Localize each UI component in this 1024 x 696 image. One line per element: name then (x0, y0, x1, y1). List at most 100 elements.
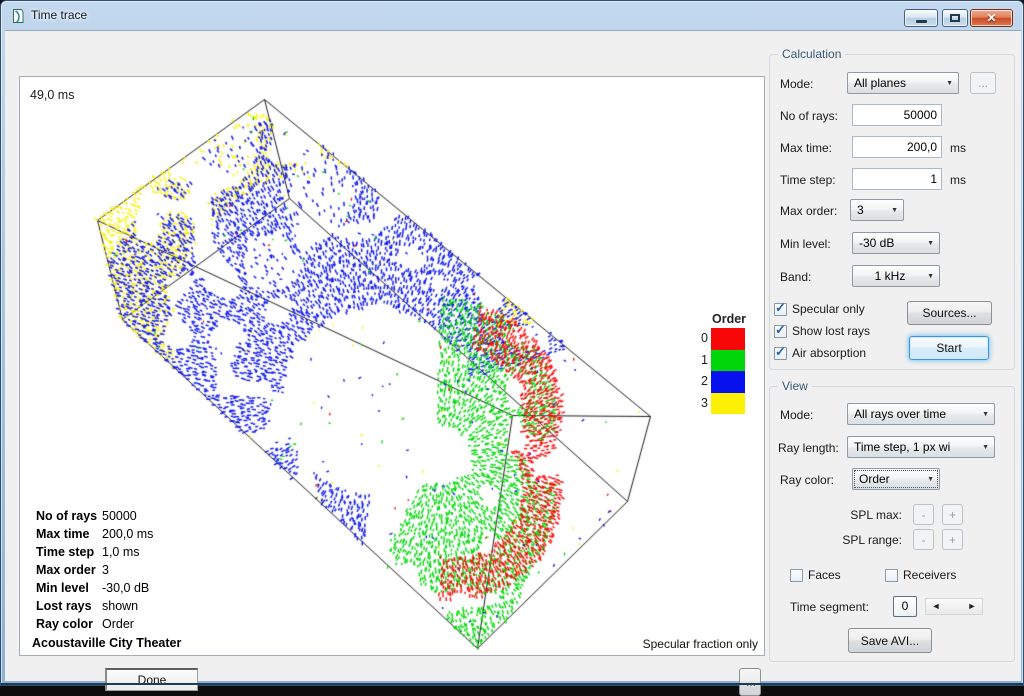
chevron-down-icon: ▼ (927, 240, 934, 247)
band-label: Band: (780, 270, 811, 284)
info-value: shown (102, 599, 138, 613)
info-value: 200,0 ms (102, 527, 153, 541)
info-row: Max order3 (36, 561, 181, 579)
view-mode-select[interactable]: All rays over time ▼ (847, 403, 995, 425)
info-row: Time step1,0 ms (36, 543, 181, 561)
min-level-select[interactable]: -30 dB ▼ (852, 232, 940, 254)
show-lost-rays-label: Show lost rays (792, 324, 870, 338)
mode-options-button[interactable]: ... (970, 72, 996, 94)
legend-row: 2 (696, 371, 746, 393)
view-group: View Mode: All rays over time ▼ Ray leng… (769, 386, 1015, 662)
client-area: 49,0 ms Order 0 1 2 3 No of rays50000 Ma… (5, 30, 1021, 681)
info-row: Lost raysshown (36, 597, 181, 615)
legend-title: Order (712, 312, 746, 326)
info-value: 3 (102, 563, 109, 577)
ray-color-label: Ray color: (780, 473, 834, 487)
time-segment-spinner: ◄ ► (925, 598, 983, 615)
calculation-group: Calculation Mode: All planes ▼ ... No of… (769, 54, 1015, 370)
air-absorption-checkbox[interactable]: ✓ (774, 347, 787, 360)
legend-color-swatch (711, 350, 745, 372)
max-order-label: Max order: (780, 204, 837, 218)
room-name-label: Acoustaville City Theater (32, 634, 181, 652)
band-select[interactable]: 1 kHz ▼ (852, 265, 940, 287)
ray-length-select[interactable]: Time step, 1 px wi ▼ (847, 436, 995, 458)
view-group-title: View (778, 379, 812, 393)
info-value: 50000 (102, 509, 137, 523)
ray-length-label: Ray length: (778, 441, 839, 455)
order-legend: Order 0 1 2 3 (696, 312, 746, 414)
window-title: Time trace (31, 8, 87, 22)
mode-select[interactable]: All planes ▼ (847, 72, 959, 94)
max-time-unit: ms (950, 141, 966, 155)
minimize-button[interactable] (904, 9, 938, 27)
ray-color-select[interactable]: Order ▼ (852, 468, 940, 490)
time-segment-value[interactable]: 0 (893, 596, 917, 617)
legend-row: 1 (696, 350, 746, 372)
legend-row: 3 (696, 393, 746, 415)
maximize-button[interactable] (942, 9, 968, 27)
spl-range-label: SPL range: (778, 533, 902, 547)
done-button[interactable]: Done (105, 668, 198, 691)
info-value: -30,0 dB (102, 581, 149, 595)
check-icon: ✓ (775, 300, 786, 316)
legend-color-swatch (711, 371, 745, 393)
info-row: No of rays50000 (36, 507, 181, 525)
max-order-select[interactable]: 3 ▼ (850, 199, 904, 221)
legend-row: 0 (696, 328, 746, 350)
info-value: Order (102, 617, 134, 631)
time-step-input[interactable] (852, 168, 942, 190)
titlebar[interactable]: Time trace ✕ (1, 1, 1023, 30)
max-time-input[interactable] (852, 136, 942, 158)
time-segment-prev-button[interactable]: ◄ (928, 601, 944, 611)
view-mode-label: Mode: (780, 408, 813, 422)
spl-range-plus-button[interactable]: + (942, 529, 963, 550)
chevron-down-icon: ▼ (927, 273, 934, 280)
time-trace-window: Time trace ✕ 49,0 ms Order 0 1 2 3 No of… (0, 0, 1024, 686)
no-of-rays-label: No of rays: (780, 109, 838, 123)
time-step-label: Time step: (780, 173, 836, 187)
spl-max-label: SPL max: (778, 508, 902, 522)
chevron-down-icon: ▼ (982, 444, 989, 451)
close-icon: ✕ (971, 11, 1012, 25)
legend-color-swatch (711, 328, 745, 350)
info-panel: No of rays50000 Max time200,0 ms Time st… (36, 507, 181, 652)
spl-max-minus-button[interactable]: - (913, 504, 934, 525)
app-icon (10, 8, 26, 24)
max-time-label: Max time: (780, 141, 832, 155)
calculation-group-title: Calculation (778, 47, 845, 61)
time-step-unit: ms (950, 173, 966, 187)
spl-range-minus-button[interactable]: - (913, 529, 934, 550)
plot-area: 49,0 ms Order 0 1 2 3 No of rays50000 Ma… (19, 76, 765, 656)
faces-checkbox[interactable]: ✓ (790, 569, 803, 582)
spl-max-plus-button[interactable]: + (942, 504, 963, 525)
time-cursor-label: 49,0 ms (30, 88, 74, 102)
minimize-icon (916, 20, 927, 23)
start-button[interactable]: Start (909, 336, 989, 360)
close-button[interactable]: ✕ (970, 9, 1013, 27)
info-row: Min level-30,0 dB (36, 579, 181, 597)
min-level-label: Min level: (780, 237, 831, 251)
check-icon: ✓ (775, 344, 786, 360)
sources-button[interactable]: Sources... (907, 301, 992, 325)
time-segment-next-button[interactable]: ► (964, 601, 980, 611)
time-segment-label: Time segment: (790, 600, 869, 614)
receivers-checkbox[interactable]: ✓ (885, 569, 898, 582)
specular-only-label: Specular only (792, 302, 865, 316)
show-lost-rays-checkbox[interactable]: ✓ (774, 325, 787, 338)
info-row: Max time200,0 ms (36, 525, 181, 543)
check-icon: ✓ (775, 322, 786, 338)
chevron-down-icon: ▼ (946, 80, 953, 87)
save-avi-button[interactable]: Save AVI... (848, 628, 932, 653)
specular-fraction-label: Specular fraction only (643, 637, 758, 651)
legend-color-swatch (711, 393, 745, 415)
info-row: Ray colorOrder (36, 615, 181, 633)
faces-label: Faces (808, 568, 841, 582)
no-of-rays-input[interactable] (852, 104, 942, 126)
specular-only-checkbox[interactable]: ✓ (774, 303, 787, 316)
air-absorption-label: Air absorption (792, 346, 866, 360)
chevron-down-icon: ▼ (891, 207, 898, 214)
maximize-icon (950, 14, 960, 22)
receivers-label: Receivers (903, 568, 956, 582)
mode-label: Mode: (780, 77, 813, 91)
plot-options-button[interactable]: ... (739, 668, 761, 696)
